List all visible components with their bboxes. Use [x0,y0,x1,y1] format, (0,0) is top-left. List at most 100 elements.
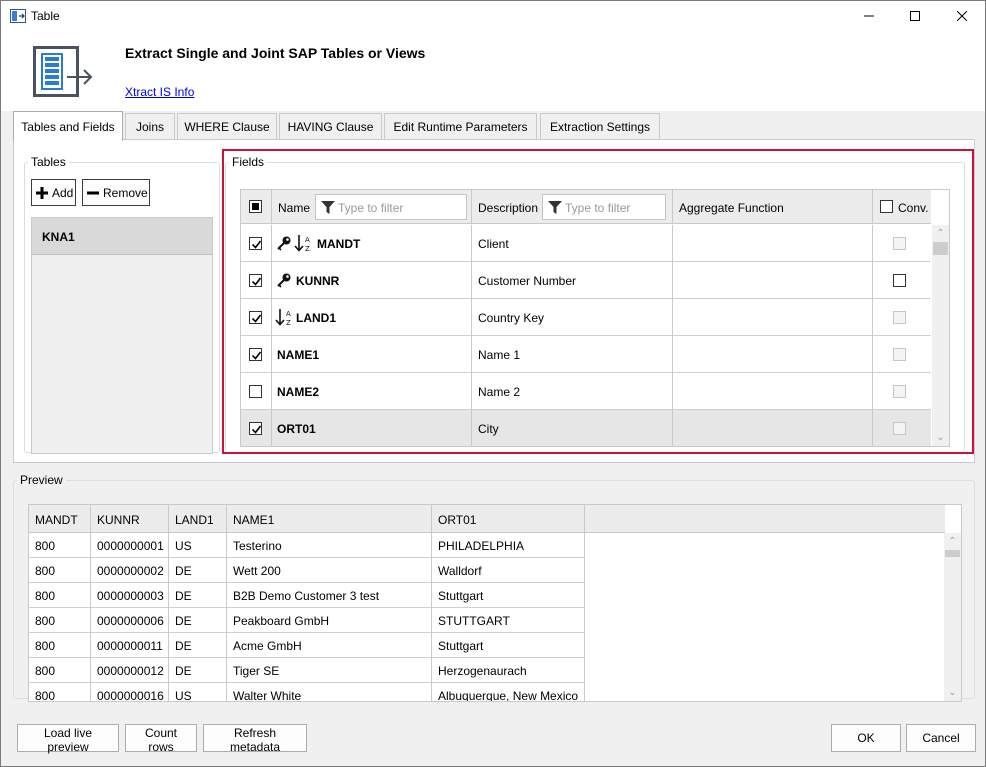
tab-tables-and-fields[interactable]: Tables and Fields [13,111,123,141]
svg-text:Z: Z [286,319,291,326]
table-row[interactable]: KUNNR Customer Number [241,262,931,299]
preview-cell: 0000000003 [91,583,169,608]
name-filter-input[interactable]: Type to filter [315,194,467,220]
minus-icon [87,191,99,195]
preview-cell: Walter White [227,683,432,701]
preview-column-header[interactable]: LAND1 [169,505,227,533]
table-row[interactable]: 800 0000000006 DE Peakboard GmbH STUTTGART [29,608,585,633]
select-all-checkbox[interactable] [249,200,262,213]
aggregate-cell[interactable] [673,373,873,410]
preview-cell: 0000000002 [91,558,169,583]
tab-having-clause[interactable]: HAVING Clause [279,113,382,139]
aggregate-column-header: Aggregate Function [673,190,873,224]
preview-column-header[interactable]: NAME1 [227,505,432,533]
scrollbar-thumb[interactable] [933,242,948,255]
scroll-down-icon[interactable]: ⌄ [932,429,949,446]
fields-grid: Name Type to filter Description Type to … [240,189,950,447]
load-live-preview-button[interactable]: Load live preview [17,724,119,754]
preview-cell: Stuttgart [432,583,585,608]
scroll-down-icon[interactable]: ⌄ [944,684,961,701]
table-row[interactable]: 800 0000000016 US Walter White Albuquerque, … [29,683,585,701]
table-row[interactable]: 800 0000000011 DE Acme GmbH Stuttgart [29,633,585,658]
aggregate-cell[interactable] [673,299,873,336]
scroll-up-icon[interactable]: ⌃ [944,533,961,550]
preview-cell: 800 [29,608,91,633]
field-description: Country Key [478,311,545,325]
conv-all-checkbox[interactable] [880,200,893,213]
aggregate-cell[interactable] [673,336,873,373]
description-filter-input[interactable]: Type to filter [542,194,666,220]
table-row[interactable]: AZ LAND1 Country Key [241,299,931,336]
tab-where-clause[interactable]: WHERE Clause [177,113,277,139]
table-row[interactable]: 800 0000000001 US Testerino PHILADELPHIA [29,533,585,558]
conv-checkbox[interactable] [893,274,906,287]
aggregate-cell[interactable] [673,262,873,299]
preview-column-header[interactable]: MANDT [29,505,91,533]
fields-scrollbar[interactable]: ⌃ ⌄ [932,225,949,446]
table-app-icon [10,9,26,23]
tab-edit-runtime-parameters[interactable]: Edit Runtime Parameters [384,113,537,139]
preview-column-header[interactable]: ORT01 [432,505,585,533]
preview-cell: US [169,683,227,701]
preview-cell: US [169,533,227,558]
preview-cell: 800 [29,583,91,608]
count-rows-button[interactable]: Count rows [125,724,197,754]
dialog-content: Tables and Fields Joins WHERE Clause HAV… [1,111,985,766]
aggregate-cell[interactable] [673,410,873,446]
preview-scrollbar[interactable]: ⌃ ⌄ [944,533,961,701]
window-title: Table [31,9,60,23]
remove-table-button[interactable]: Remove [82,179,150,206]
table-row[interactable]: 800 0000000012 DE Tiger SE Herzogenaurach [29,658,585,683]
tab-extraction-settings[interactable]: Extraction Settings [540,113,660,139]
table-row[interactable]: AZ MANDT Client [241,225,931,262]
field-checkbox[interactable] [249,385,262,398]
description-column-header: Description Type to filter [472,190,673,224]
preview-cell: 800 [29,683,91,701]
field-checkbox[interactable] [249,422,262,435]
tables-list: KNA1 [31,217,213,454]
aggregate-column-label: Aggregate Function [679,201,784,215]
ok-button[interactable]: OK [831,724,901,752]
aggregate-cell[interactable] [673,225,873,262]
description-filter-placeholder: Type to filter [565,201,631,215]
field-checkbox[interactable] [249,237,262,250]
preview-group: Preview MANDT KUNNR LAND1 NAME1 ORT01 80… [13,473,975,702]
sort-ascending-icon: AZ [294,235,310,252]
tables-and-fields-panel: Tables Add Remove KNA1 Fields Name Type … [13,139,975,463]
preview-cell: DE [169,633,227,658]
field-checkbox[interactable] [249,311,262,324]
cancel-button[interactable]: Cancel [906,724,976,752]
table-row[interactable]: 800 0000000002 DE Wett 200 Walldorf [29,558,585,583]
preview-cell: 0000000011 [91,633,169,658]
preview-column-header[interactable]: KUNNR [91,505,169,533]
table-row[interactable]: NAME2 Name 2 [241,373,931,410]
preview-cell: Testerino [227,533,432,558]
preview-cell: 0000000016 [91,683,169,701]
preview-cell: 800 [29,558,91,583]
preview-cell: Tiger SE [227,658,432,683]
table-row[interactable]: NAME1 Name 1 [241,336,931,373]
minimize-icon[interactable] [846,1,892,31]
preview-cell: PHILADELPHIA [432,533,585,558]
preview-cell: Albuquerque, New Mexico [432,683,585,701]
refresh-metadata-button[interactable]: Refresh metadata [203,724,307,754]
scroll-up-icon[interactable]: ⌃ [932,225,949,242]
table-row-selected[interactable]: ORT01 City [241,410,931,446]
table-row[interactable]: 800 0000000003 DE B2B Demo Customer 3 test S… [29,583,585,608]
maximize-icon[interactable] [892,1,938,31]
svg-text:A: A [286,310,291,318]
field-name: MANDT [317,237,361,251]
field-checkbox[interactable] [249,348,262,361]
filter-icon [321,201,335,214]
add-table-button[interactable]: Add [31,179,76,206]
field-name: NAME2 [277,385,320,399]
preview-cell: Peakboard GmbH [227,608,432,633]
tab-joins[interactable]: Joins [125,113,175,139]
list-item[interactable]: KNA1 [32,218,212,255]
preview-grid: MANDT KUNNR LAND1 NAME1 ORT01 800 0000000… [28,504,962,702]
fields-legend: Fields [232,155,265,169]
info-link[interactable]: Xtract IS Info [125,85,194,99]
close-icon[interactable] [939,1,985,31]
field-checkbox[interactable] [249,274,262,287]
scrollbar-thumb[interactable] [945,550,960,557]
